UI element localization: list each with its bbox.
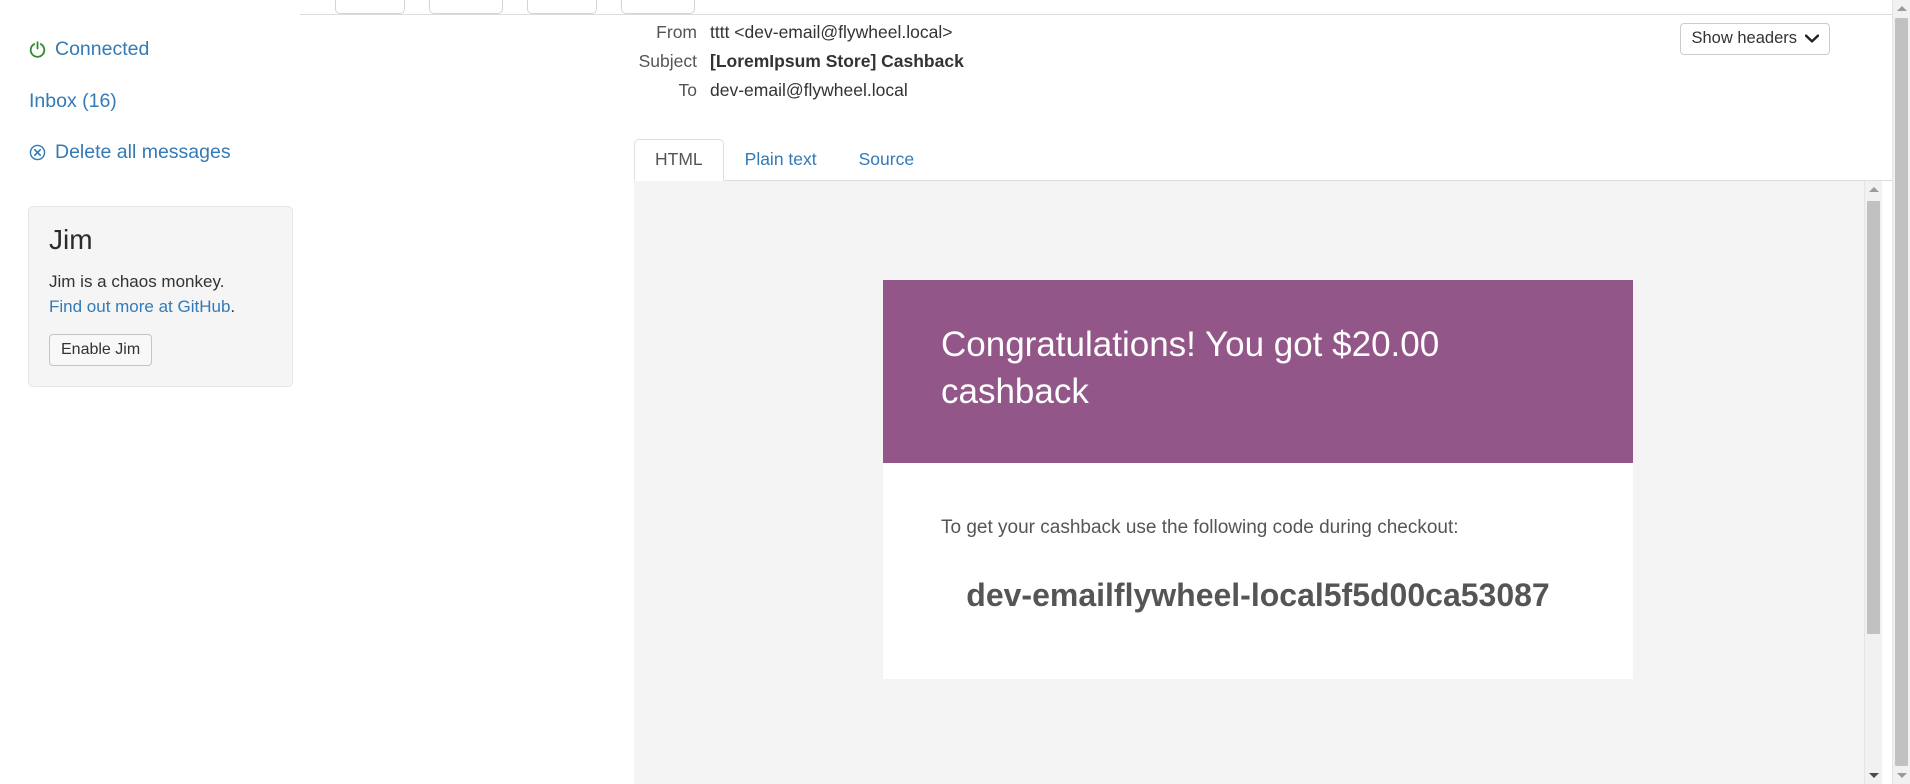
tab-plain-text[interactable]: Plain text (724, 139, 838, 182)
page-scroll-down-arrow[interactable] (1893, 767, 1910, 784)
sidebar-item-inbox[interactable]: Inbox (16) (28, 89, 276, 112)
message-headers: From tttt <dev-email@flywheel.local> Sub… (635, 22, 964, 109)
email-banner-heading: Congratulations! You got $20.00 cashback (941, 325, 1440, 411)
toolbar-divider (300, 14, 1910, 15)
header-row-from: From tttt <dev-email@flywheel.local> (635, 22, 964, 43)
inbox-label: Inbox (16) (29, 89, 117, 112)
sidebar-item-connected[interactable]: Connected (28, 38, 276, 60)
jim-panel: Jim Jim is a chaos monkey. Find out more… (28, 205, 293, 387)
chevron-down-icon (1804, 32, 1820, 45)
sidebar: Connected Inbox (16) Delete all messages… (0, 0, 300, 784)
jim-description: Jim is a chaos monkey. Find out more at … (49, 269, 272, 319)
mailhog-app: Connected Inbox (16) Delete all messages… (0, 0, 1910, 784)
iframe-scroll-down-arrow[interactable] (1865, 767, 1882, 784)
jim-description-text: Jim is a chaos monkey. (49, 272, 225, 292)
header-row-subject: Subject [LoremIpsum Store] Cashback (635, 51, 964, 72)
toolbar-button-2[interactable] (429, 0, 503, 14)
email-intro-text: To get your cashback use the following c… (941, 517, 1459, 539)
iframe-scrollbar-thumb[interactable] (1867, 201, 1880, 634)
sidebar-item-delete-all[interactable]: Delete all messages (28, 141, 276, 163)
message-tabs: HTML Plain text Source (634, 138, 1910, 182)
tab-source[interactable]: Source (838, 139, 935, 182)
show-headers-button[interactable]: Show headers (1679, 23, 1830, 55)
show-headers-label: Show headers (1691, 29, 1798, 47)
message-toolbar (335, 0, 695, 14)
message-pane: Show headers From tttt <dev-email@flywhe… (300, 0, 1910, 784)
header-key-from: From (656, 22, 697, 42)
jim-title: Jim (49, 223, 93, 255)
header-value-from: tttt <dev-email@flywheel.local> (710, 22, 953, 42)
iframe-scroll-up-arrow[interactable] (1865, 181, 1882, 198)
header-key-to: To (678, 80, 697, 100)
power-icon (28, 41, 46, 59)
header-value-subject: [LoremIpsum Store] Cashback (710, 51, 964, 71)
page-scrollbar[interactable] (1892, 0, 1910, 784)
page-scrollbar-thumb[interactable] (1895, 18, 1908, 766)
cashback-code: dev-emailflywheel-local5f5d00ca53087 (966, 576, 1550, 613)
jim-github-link[interactable]: Find out more at GitHub (49, 297, 230, 316)
email-card: Congratulations! You got $20.00 cashback… (883, 280, 1633, 679)
jim-link-suffix: . (230, 297, 236, 317)
toolbar-button-3[interactable] (527, 0, 597, 14)
enable-jim-button[interactable]: Enable Jim (49, 333, 153, 366)
tab-html[interactable]: HTML (634, 138, 724, 181)
toolbar-button-4[interactable] (621, 0, 695, 14)
toolbar-button-1[interactable] (335, 0, 405, 14)
email-body: To get your cashback use the following c… (883, 463, 1633, 679)
html-preview-iframe: Congratulations! You got $20.00 cashback… (634, 181, 1882, 784)
connected-label: Connected (55, 38, 150, 60)
email-banner: Congratulations! You got $20.00 cashback (883, 280, 1633, 464)
header-row-to: To dev-email@flywheel.local (635, 80, 964, 101)
page-scroll-up-arrow[interactable] (1893, 0, 1910, 17)
iframe-scrollbar[interactable] (1864, 181, 1882, 784)
header-key-subject: Subject (638, 51, 697, 71)
delete-all-label: Delete all messages (55, 141, 231, 163)
header-value-to: dev-email@flywheel.local (710, 80, 908, 100)
circle-x-icon (28, 144, 46, 162)
